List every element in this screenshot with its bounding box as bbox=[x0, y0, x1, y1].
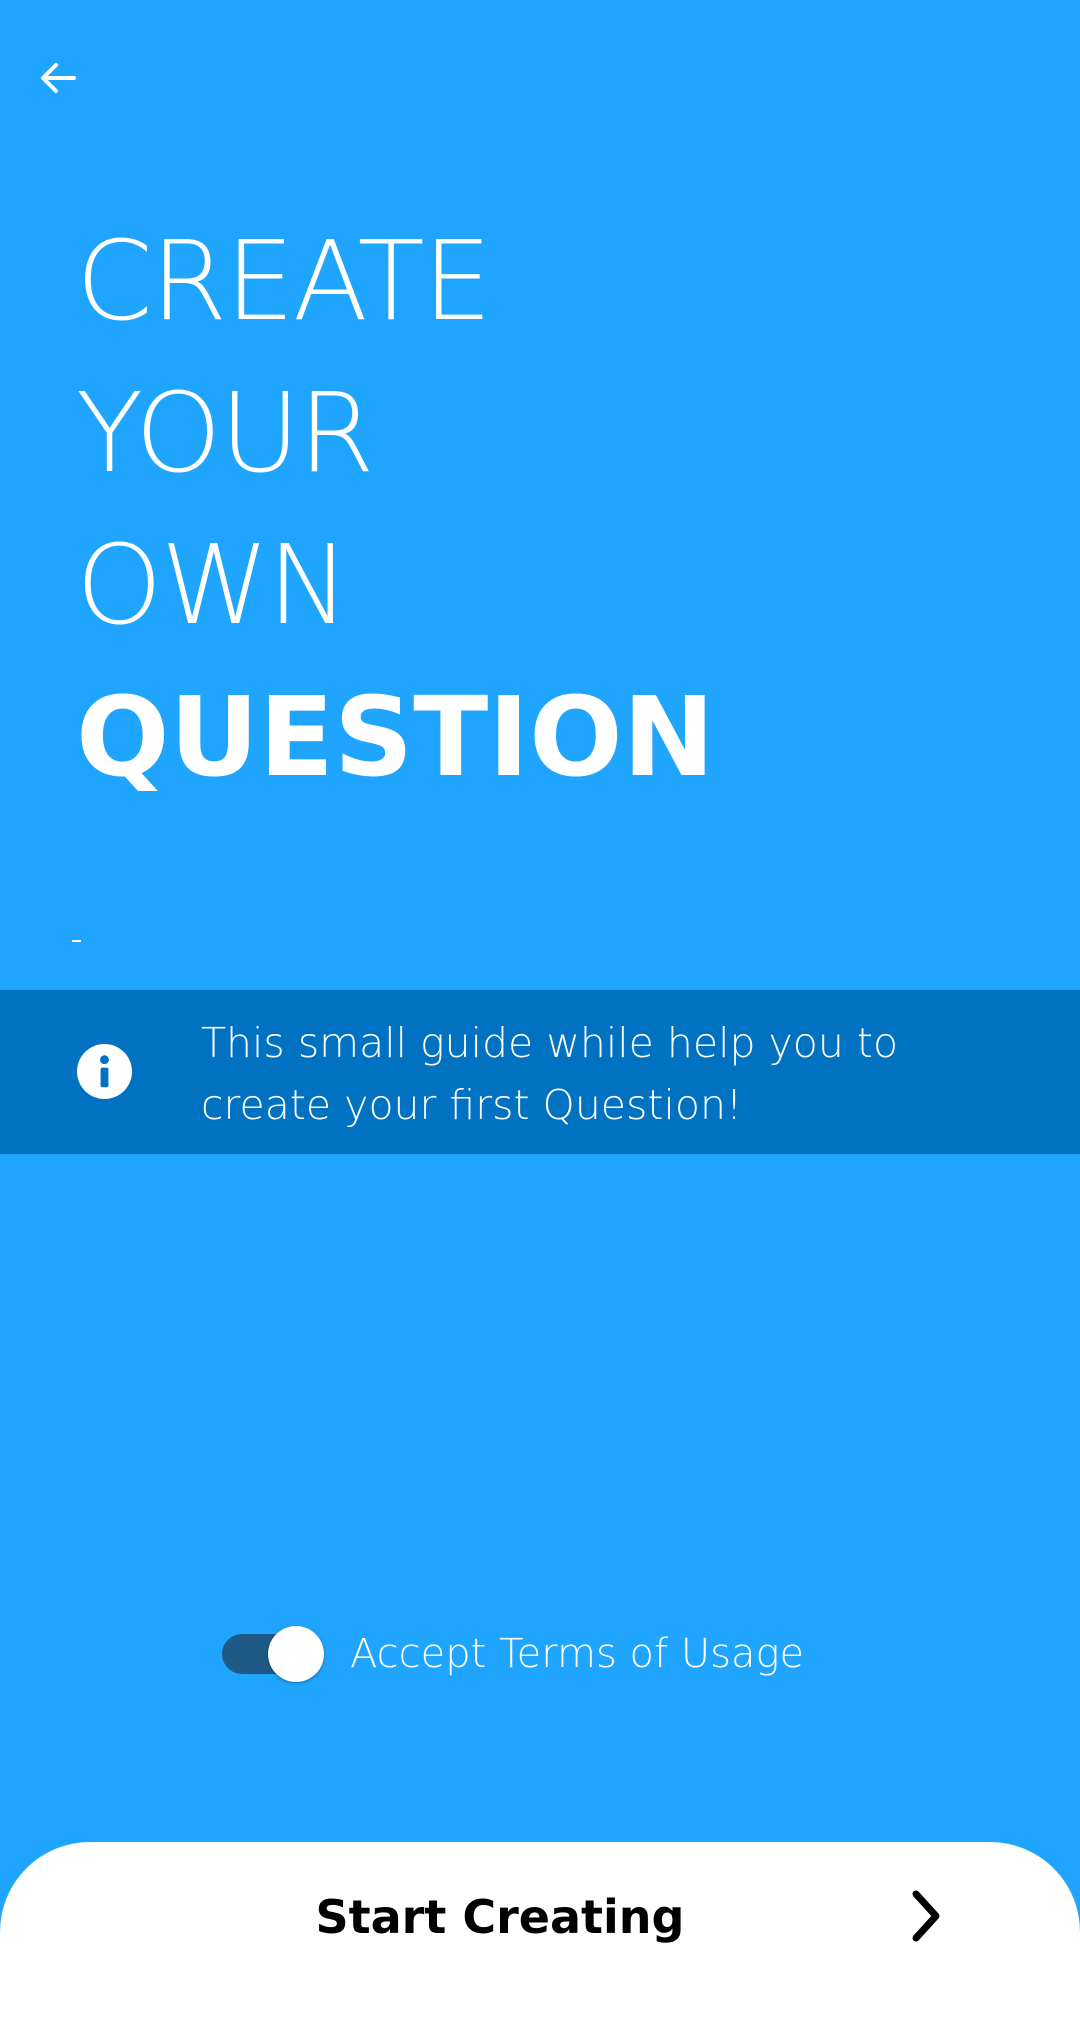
info-banner: This small guide while help you to creat… bbox=[0, 990, 1080, 1154]
chevron-right-icon bbox=[912, 1890, 940, 1942]
title-line-create: CREATE bbox=[76, 217, 492, 345]
title-line-your: YOUR bbox=[76, 369, 375, 497]
page-title: CREATE YOUR OWN QUESTION bbox=[76, 205, 715, 813]
start-creating-label: Start Creating bbox=[315, 1890, 685, 1944]
terms-label: Accept Terms of Usage bbox=[350, 1631, 805, 1677]
divider-dash bbox=[72, 940, 81, 942]
back-button[interactable] bbox=[26, 46, 90, 110]
start-creating-button[interactable]: Start Creating bbox=[0, 1842, 1080, 2042]
info-text: This small guide while help you to creat… bbox=[201, 1019, 899, 1129]
title-line-own: OWN bbox=[76, 521, 350, 649]
info-icon bbox=[76, 1043, 133, 1100]
arrow-left-icon bbox=[41, 63, 76, 93]
terms-toggle[interactable] bbox=[220, 1626, 328, 1682]
title-line-question: QUESTION bbox=[76, 673, 715, 801]
toggle-thumb bbox=[268, 1626, 324, 1682]
terms-row: Accept Terms of Usage bbox=[220, 1624, 804, 1684]
